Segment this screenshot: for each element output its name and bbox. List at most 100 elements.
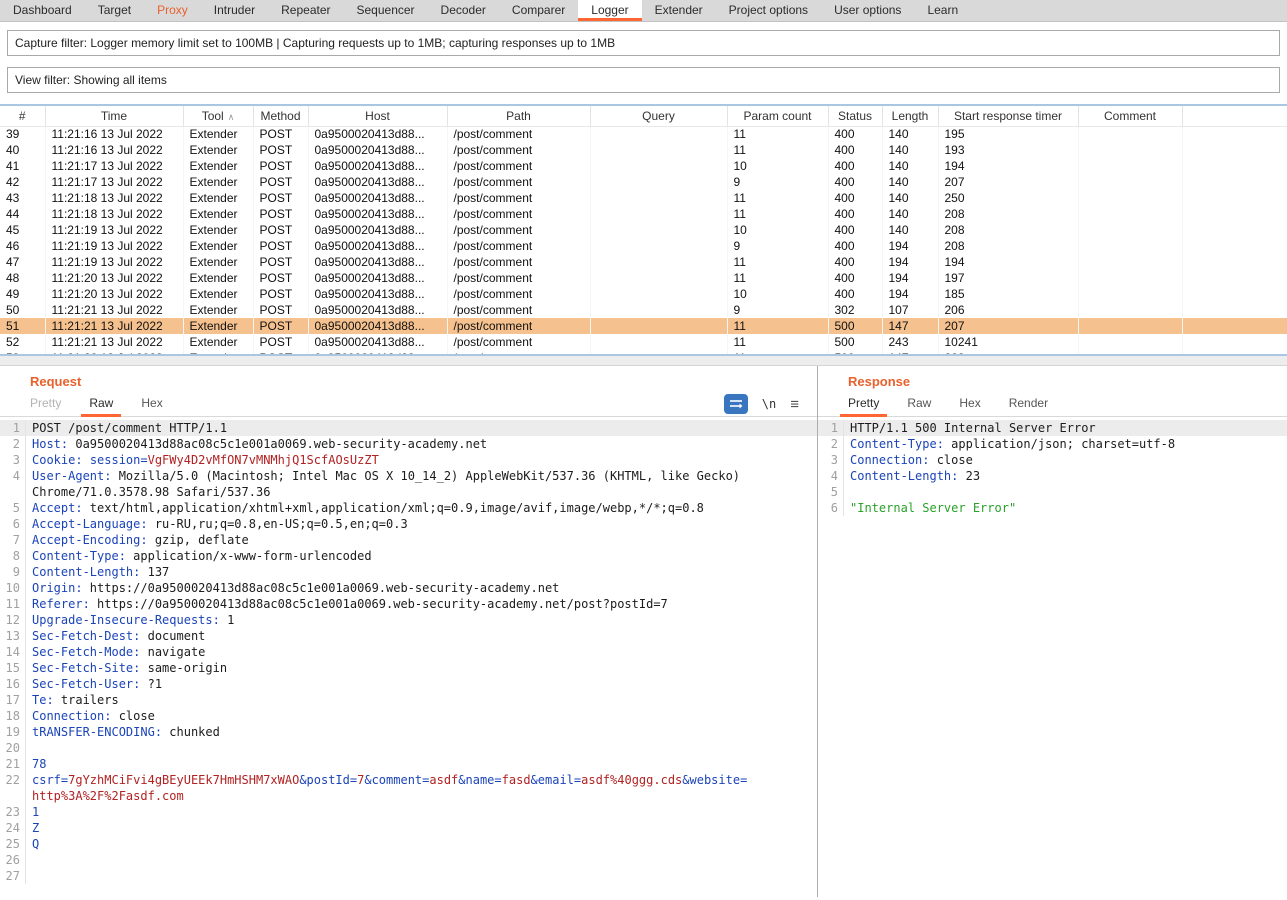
cell-tool: Extender — [183, 206, 253, 222]
cell-method: POST — [253, 206, 308, 222]
table-row-46[interactable]: 4611:21:19 13 Jul 2022ExtenderPOST0a9500… — [0, 238, 1287, 254]
code-segment: asdf — [429, 773, 458, 787]
cell-timer: 250 — [938, 190, 1078, 206]
request-editor[interactable]: 1POST /post/comment HTTP/1.12Host: 0a950… — [0, 417, 817, 896]
cell-tool: Extender — [183, 318, 253, 334]
cell-query — [590, 158, 727, 174]
cell-timer: 208 — [938, 206, 1078, 222]
column-header-path[interactable]: Path — [447, 106, 590, 126]
line-content: Content-Length: 137 — [26, 564, 179, 580]
code-segment: close — [111, 709, 154, 723]
burp-window: DashboardTargetProxyIntruderRepeaterSequ… — [0, 0, 1287, 897]
menu-item-extender[interactable]: Extender — [642, 0, 716, 21]
menu-item-comparer[interactable]: Comparer — [499, 0, 578, 21]
cell-time: 11:21:16 13 Jul 2022 — [45, 126, 183, 142]
menu-item-learn[interactable]: Learn — [914, 0, 971, 21]
menu-item-logger[interactable]: Logger — [578, 0, 641, 21]
request-line-16: 16Sec-Fetch-User: ?1 — [0, 676, 817, 692]
response-tab-hex[interactable]: Hex — [945, 392, 994, 416]
cell-query — [590, 254, 727, 270]
cell-num: 47 — [0, 254, 45, 270]
table-row-51[interactable]: 5111:21:21 13 Jul 2022ExtenderPOST0a9500… — [0, 318, 1287, 334]
cell-method: POST — [253, 334, 308, 350]
line-content: Content-Length: 23 — [844, 468, 990, 484]
table-row-43[interactable]: 4311:21:18 13 Jul 2022ExtenderPOST0a9500… — [0, 190, 1287, 206]
menu-item-user-options[interactable]: User options — [821, 0, 914, 21]
column-header-blank[interactable]: # — [0, 106, 45, 126]
request-line-1: 1POST /post/comment HTTP/1.1 — [0, 420, 817, 436]
line-content: 1 — [26, 804, 49, 820]
cell-tool: Extender — [183, 158, 253, 174]
code-segment: Host: — [32, 437, 68, 451]
line-number: 3 — [0, 452, 26, 468]
cell-method: POST — [253, 222, 308, 238]
column-header-time[interactable]: Time — [45, 106, 183, 126]
horizontal-splitter[interactable] — [0, 356, 1287, 366]
cell-filler — [1182, 318, 1287, 334]
column-header-method[interactable]: Method — [253, 106, 308, 126]
table-row-40[interactable]: 4011:21:16 13 Jul 2022ExtenderPOST0a9500… — [0, 142, 1287, 158]
view-filter-bar[interactable]: View filter: Showing all items — [7, 67, 1280, 93]
column-header-param-count[interactable]: Param count — [727, 106, 828, 126]
column-label: Host — [365, 109, 390, 123]
line-content: Host: 0a9500020413d88ac08c5c1e001a0069.w… — [26, 436, 497, 452]
request-tab-raw[interactable]: Raw — [75, 392, 127, 416]
response-tab-pretty[interactable]: Pretty — [834, 392, 893, 416]
table-row-39[interactable]: 3911:21:16 13 Jul 2022ExtenderPOST0a9500… — [0, 126, 1287, 142]
table-row-48[interactable]: 4811:21:20 13 Jul 2022ExtenderPOST0a9500… — [0, 270, 1287, 286]
menu-item-repeater[interactable]: Repeater — [268, 0, 343, 21]
menu-item-sequencer[interactable]: Sequencer — [344, 0, 428, 21]
table-row-47[interactable]: 4711:21:19 13 Jul 2022ExtenderPOST0a9500… — [0, 254, 1287, 270]
cell-query — [590, 126, 727, 142]
line-content: Sec-Fetch-Mode: navigate — [26, 644, 215, 660]
table-row-52[interactable]: 5211:21:21 13 Jul 2022ExtenderPOST0a9500… — [0, 334, 1287, 350]
code-segment: Accept-Language: — [32, 517, 148, 531]
code-segment: ru-RU,ru;q=0.8,en-US;q=0.5,en;q=0.3 — [148, 517, 408, 531]
table-row-49[interactable]: 4911:21:20 13 Jul 2022ExtenderPOST0a9500… — [0, 286, 1287, 302]
menu-item-dashboard[interactable]: Dashboard — [0, 0, 85, 21]
line-number: 3 — [818, 452, 844, 468]
table-row-41[interactable]: 4111:21:17 13 Jul 2022ExtenderPOST0a9500… — [0, 158, 1287, 174]
menu-item-project-options[interactable]: Project options — [716, 0, 821, 21]
wrap-lines-button[interactable] — [724, 394, 748, 414]
table-row-50[interactable]: 5011:21:21 13 Jul 2022ExtenderPOST0a9500… — [0, 302, 1287, 318]
response-editor[interactable]: 1HTTP/1.1 500 Internal Server Error2Cont… — [818, 417, 1287, 896]
column-header-length[interactable]: Length — [882, 106, 938, 126]
column-header-comment[interactable]: Comment — [1078, 106, 1182, 126]
code-segment: &comment= — [364, 773, 429, 787]
request-tab-pretty[interactable]: Pretty — [16, 392, 75, 416]
menu-item-target[interactable]: Target — [85, 0, 144, 21]
cell-num: 52 — [0, 334, 45, 350]
editor-menu-button[interactable]: ≡ — [790, 396, 799, 413]
table-row-42[interactable]: 4211:21:17 13 Jul 2022ExtenderPOST0a9500… — [0, 174, 1287, 190]
code-segment: 137 — [140, 565, 169, 579]
cell-filler — [1182, 222, 1287, 238]
response-tab-render[interactable]: Render — [995, 392, 1062, 416]
line-number: 9 — [0, 564, 26, 580]
cell-host: 0a9500020413d88... — [308, 238, 447, 254]
menu-item-decoder[interactable]: Decoder — [428, 0, 499, 21]
column-header-start-response-timer[interactable]: Start response timer — [938, 106, 1078, 126]
column-header-host[interactable]: Host — [308, 106, 447, 126]
table-row-44[interactable]: 4411:21:18 13 Jul 2022ExtenderPOST0a9500… — [0, 206, 1287, 222]
menu-item-proxy[interactable]: Proxy — [144, 0, 201, 21]
cell-comment — [1078, 238, 1182, 254]
cell-num: 49 — [0, 286, 45, 302]
table-row-45[interactable]: 4511:21:19 13 Jul 2022ExtenderPOST0a9500… — [0, 222, 1287, 238]
column-header-status[interactable]: Status — [828, 106, 882, 126]
column-header-blank[interactable] — [1182, 106, 1287, 126]
cell-num: 41 — [0, 158, 45, 174]
table-body: 3911:21:16 13 Jul 2022ExtenderPOST0a9500… — [0, 126, 1287, 356]
cell-params: 11 — [727, 318, 828, 334]
cell-path: /post/comment — [447, 286, 590, 302]
menu-item-intruder[interactable]: Intruder — [201, 0, 268, 21]
code-segment: asdf%40ggg.cds — [581, 773, 682, 787]
request-tab-hex[interactable]: Hex — [127, 392, 176, 416]
response-tab-raw[interactable]: Raw — [893, 392, 945, 416]
nonprintable-chars-toggle[interactable]: \n — [762, 397, 776, 411]
cell-num: 48 — [0, 270, 45, 286]
column-header-query[interactable]: Query — [590, 106, 727, 126]
column-header-tool[interactable]: Tool∧ — [183, 106, 253, 126]
capture-filter-bar[interactable]: Capture filter: Logger memory limit set … — [7, 30, 1280, 56]
cell-num: 44 — [0, 206, 45, 222]
